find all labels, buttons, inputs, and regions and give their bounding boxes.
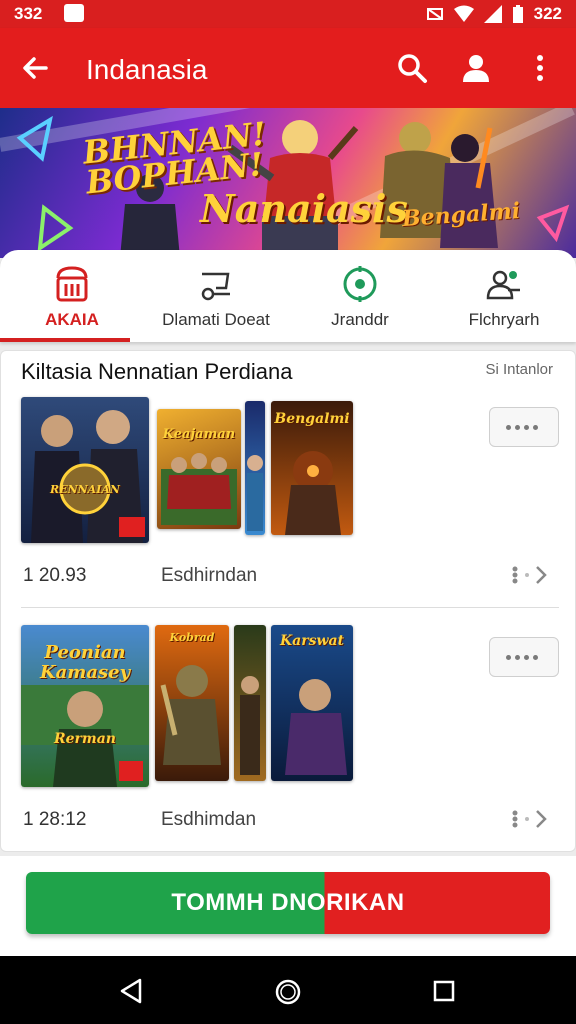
category-tabs: AKAIA Dlamati Doeat Jranddr Flchryarh — [0, 250, 576, 342]
chevron-right-icon[interactable] — [509, 807, 549, 831]
people-icon — [486, 270, 520, 300]
system-nav-bar — [0, 956, 576, 1024]
app-bar: Indanasia — [0, 28, 576, 108]
game-thumbnail[interactable]: Bengalmi — [271, 401, 353, 535]
game-thumbnail[interactable]: Kobrad — [155, 625, 229, 781]
thumbnail-art — [160, 665, 221, 765]
page-title: Indanasia — [86, 54, 208, 85]
back-arrow-icon[interactable] — [18, 50, 54, 86]
thumbnail-art — [31, 410, 145, 543]
controller-icon — [201, 272, 230, 301]
game-thumbnail[interactable] — [234, 625, 266, 781]
nav-home-icon[interactable] — [274, 978, 302, 1006]
cta-container: TOMMH DNORIKAN — [0, 856, 576, 956]
thumbnail-subtitle: Rerman — [54, 731, 116, 747]
status-right-text: 322 — [533, 4, 562, 23]
tab-label: Dlamati Doeat — [162, 310, 270, 329]
thumbnail-title: Peonian Kamasey — [39, 642, 131, 683]
tab-label: Jranddr — [331, 310, 389, 329]
tab-akaia[interactable]: AKAIA — [0, 250, 144, 342]
nav-back-icon[interactable] — [118, 978, 144, 1004]
more-options-button[interactable] — [489, 407, 559, 447]
tab-dlamati-doeat[interactable]: Dlamati Doeat — [144, 250, 288, 342]
thumbnail-title: Bengalmi — [274, 411, 350, 427]
search-icon[interactable] — [394, 50, 430, 86]
profile-icon[interactable] — [458, 50, 494, 86]
section-title: Kiltasia Nennatian Perdiana — [21, 359, 293, 384]
tab-label: AKAIA — [45, 310, 99, 329]
active-tab-indicator — [0, 338, 130, 342]
signal-icon — [426, 8, 443, 20]
cellular-icon — [483, 5, 502, 23]
more-options-button[interactable] — [489, 637, 559, 677]
tab-flchryarh[interactable]: Flchryarh — [432, 250, 576, 342]
section-see-all-link[interactable]: Si Intanlor — [485, 361, 553, 378]
thumbnail-title: RENNAIAN — [50, 483, 120, 496]
promo-banner[interactable]: BHNNAN! BOPHAN! Nanaiasis Bengalmi — [0, 108, 576, 258]
status-icons: 322 — [426, 4, 562, 24]
thumbnail-title: Keajaman — [162, 427, 236, 442]
tab-label: Flchryarh — [468, 310, 540, 329]
genre-label: Esdhirndan — [161, 565, 258, 586]
game-thumbnail[interactable]: RENNAIAN — [21, 397, 149, 543]
thumbnail-title: Kobrad — [169, 631, 215, 644]
target-icon — [343, 266, 377, 302]
thumbnail-art — [240, 676, 260, 775]
battery-icon — [512, 5, 523, 23]
download-count: 1 28:12 — [23, 809, 87, 830]
chevron-right-icon[interactable] — [509, 563, 549, 587]
banner-center-title: Nanaiasis — [200, 186, 408, 231]
game-thumbnail[interactable]: Peonian Kamasey Rerman — [21, 625, 149, 787]
game-thumbnail[interactable]: Karswat — [271, 625, 353, 781]
status-bar: 332 322 — [0, 0, 576, 28]
wifi-icon — [453, 5, 474, 22]
thumbnail-art — [247, 455, 263, 531]
divider — [21, 607, 559, 608]
game-thumbnail[interactable] — [245, 401, 265, 535]
download-cta-button[interactable]: TOMMH DNORIKAN — [26, 872, 550, 934]
thumbnail-title: Karswat — [279, 633, 345, 649]
store-icon — [56, 266, 88, 302]
overflow-menu-icon[interactable] — [522, 50, 558, 86]
game-thumbnail[interactable]: Keajaman — [157, 409, 241, 529]
tab-jranddr[interactable]: Jranddr — [288, 250, 432, 342]
download-count: 1 20.93 — [23, 565, 87, 586]
notification-icon — [64, 4, 84, 22]
genre-label: Esdhimdan — [161, 809, 257, 830]
nav-recents-icon[interactable] — [432, 979, 456, 1003]
content-card: Kiltasia Nennatian Perdiana Si Intanlor … — [0, 350, 576, 852]
status-time: 332 — [14, 4, 43, 23]
